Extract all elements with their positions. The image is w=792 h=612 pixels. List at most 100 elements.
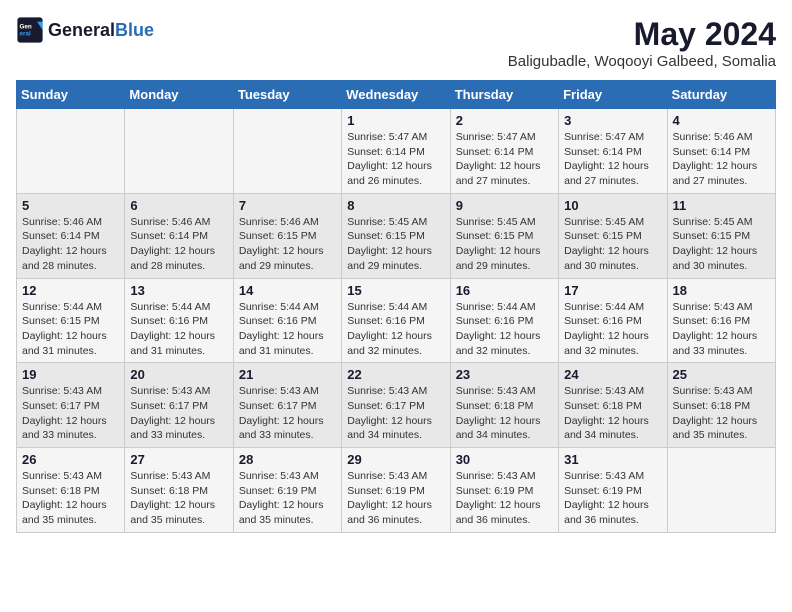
calendar-header: SundayMondayTuesdayWednesdayThursdayFrid… <box>17 81 776 109</box>
title-block: May 2024 Baligubadle, Woqooyi Galbeed, S… <box>508 16 776 70</box>
page-header: Gen eral GeneralBlue May 2024 Baligubadl… <box>16 16 776 70</box>
empty-cell <box>667 448 775 533</box>
day-number: 12 <box>22 283 119 298</box>
empty-cell <box>233 109 341 194</box>
day-cell-6: 6 Sunrise: 5:46 AM Sunset: 6:14 PM Daylig… <box>125 193 233 278</box>
day-info: Sunrise: 5:43 AM Sunset: 6:16 PM Dayligh… <box>673 300 770 359</box>
day-number: 14 <box>239 283 336 298</box>
svg-text:eral: eral <box>20 31 31 38</box>
weekday-wednesday: Wednesday <box>342 81 450 109</box>
calendar-subtitle: Baligubadle, Woqooyi Galbeed, Somalia <box>508 53 776 70</box>
day-info: Sunrise: 5:47 AM Sunset: 6:14 PM Dayligh… <box>456 130 553 189</box>
day-info: Sunrise: 5:44 AM Sunset: 6:16 PM Dayligh… <box>130 300 227 359</box>
day-info: Sunrise: 5:43 AM Sunset: 6:17 PM Dayligh… <box>347 384 444 443</box>
day-number: 19 <box>22 367 119 382</box>
calendar-week-row: 5 Sunrise: 5:46 AM Sunset: 6:14 PM Daylig… <box>17 193 776 278</box>
empty-cell <box>17 109 125 194</box>
day-cell-13: 13 Sunrise: 5:44 AM Sunset: 6:16 PM Dayli… <box>125 278 233 363</box>
day-number: 7 <box>239 198 336 213</box>
day-cell-26: 26Sunrise: 5:43 AM Sunset: 6:18 PM Dayli… <box>17 448 125 533</box>
day-cell-28: 28 Sunrise: 5:43 AM Sunset: 6:19 PM Dayli… <box>233 448 341 533</box>
day-cell-24: 24Sunrise: 5:43 AM Sunset: 6:18 PM Dayli… <box>559 363 667 448</box>
day-info: Sunrise: 5:43 AM Sunset: 6:19 PM Dayligh… <box>347 469 444 528</box>
day-info: Sunrise: 5:44 AM Sunset: 6:16 PM Dayligh… <box>564 300 661 359</box>
day-number: 24 <box>564 367 661 382</box>
day-cell-12: 12Sunrise: 5:44 AM Sunset: 6:15 PM Dayli… <box>17 278 125 363</box>
logo: Gen eral GeneralBlue <box>16 16 154 44</box>
day-number: 5 <box>22 198 119 213</box>
day-cell-15: 15Sunrise: 5:44 AM Sunset: 6:16 PM Dayli… <box>342 278 450 363</box>
day-cell-11: 11 Sunrise: 5:45 AM Sunset: 6:15 PM Dayli… <box>667 193 775 278</box>
day-cell-20: 20 Sunrise: 5:43 AM Sunset: 6:17 PM Dayli… <box>125 363 233 448</box>
day-cell-19: 19 Sunrise: 5:43 AM Sunset: 6:17 PM Dayli… <box>17 363 125 448</box>
weekday-row: SundayMondayTuesdayWednesdayThursdayFrid… <box>17 81 776 109</box>
day-cell-30: 30 Sunrise: 5:43 AM Sunset: 6:19 PM Dayli… <box>450 448 558 533</box>
day-info: Sunrise: 5:45 AM Sunset: 6:15 PM Dayligh… <box>673 215 770 274</box>
day-info: Sunrise: 5:43 AM Sunset: 6:18 PM Dayligh… <box>22 469 119 528</box>
weekday-monday: Monday <box>125 81 233 109</box>
day-info: Sunrise: 5:43 AM Sunset: 6:18 PM Dayligh… <box>673 384 770 443</box>
day-info: Sunrise: 5:44 AM Sunset: 6:16 PM Dayligh… <box>239 300 336 359</box>
day-info: Sunrise: 5:43 AM Sunset: 6:19 PM Dayligh… <box>456 469 553 528</box>
day-number: 18 <box>673 283 770 298</box>
day-cell-2: 2 Sunrise: 5:47 AM Sunset: 6:14 PM Daylig… <box>450 109 558 194</box>
day-number: 13 <box>130 283 227 298</box>
day-cell-1: 1 Sunrise: 5:47 AM Sunset: 6:14 PM Daylig… <box>342 109 450 194</box>
day-number: 29 <box>347 452 444 467</box>
day-cell-27: 27Sunrise: 5:43 AM Sunset: 6:18 PM Dayli… <box>125 448 233 533</box>
day-number: 20 <box>130 367 227 382</box>
calendar-week-row: 12Sunrise: 5:44 AM Sunset: 6:15 PM Dayli… <box>17 278 776 363</box>
day-cell-8: 8Sunrise: 5:45 AM Sunset: 6:15 PM Daylig… <box>342 193 450 278</box>
day-number: 23 <box>456 367 553 382</box>
day-cell-21: 21Sunrise: 5:43 AM Sunset: 6:17 PM Dayli… <box>233 363 341 448</box>
day-number: 27 <box>130 452 227 467</box>
svg-text:Gen: Gen <box>20 24 32 31</box>
day-number: 28 <box>239 452 336 467</box>
day-info: Sunrise: 5:44 AM Sunset: 6:16 PM Dayligh… <box>347 300 444 359</box>
day-number: 10 <box>564 198 661 213</box>
day-info: Sunrise: 5:46 AM Sunset: 6:14 PM Dayligh… <box>22 215 119 274</box>
day-number: 30 <box>456 452 553 467</box>
day-cell-22: 22Sunrise: 5:43 AM Sunset: 6:17 PM Dayli… <box>342 363 450 448</box>
logo-general: General <box>48 20 115 40</box>
day-info: Sunrise: 5:43 AM Sunset: 6:19 PM Dayligh… <box>239 469 336 528</box>
day-info: Sunrise: 5:44 AM Sunset: 6:16 PM Dayligh… <box>456 300 553 359</box>
weekday-sunday: Sunday <box>17 81 125 109</box>
calendar-title: May 2024 <box>508 16 776 53</box>
day-number: 2 <box>456 113 553 128</box>
day-cell-18: 18 Sunrise: 5:43 AM Sunset: 6:16 PM Dayli… <box>667 278 775 363</box>
weekday-tuesday: Tuesday <box>233 81 341 109</box>
day-number: 11 <box>673 198 770 213</box>
day-cell-4: 4Sunrise: 5:46 AM Sunset: 6:14 PM Daylig… <box>667 109 775 194</box>
day-info: Sunrise: 5:46 AM Sunset: 6:14 PM Dayligh… <box>130 215 227 274</box>
logo-text: GeneralBlue <box>48 20 154 41</box>
weekday-saturday: Saturday <box>667 81 775 109</box>
day-number: 16 <box>456 283 553 298</box>
logo-icon: Gen eral <box>16 16 44 44</box>
day-cell-14: 14 Sunrise: 5:44 AM Sunset: 6:16 PM Dayli… <box>233 278 341 363</box>
calendar-table: SundayMondayTuesdayWednesdayThursdayFrid… <box>16 80 776 533</box>
day-info: Sunrise: 5:46 AM Sunset: 6:15 PM Dayligh… <box>239 215 336 274</box>
day-info: Sunrise: 5:43 AM Sunset: 6:17 PM Dayligh… <box>130 384 227 443</box>
day-info: Sunrise: 5:43 AM Sunset: 6:19 PM Dayligh… <box>564 469 661 528</box>
day-number: 4 <box>673 113 770 128</box>
day-cell-17: 17Sunrise: 5:44 AM Sunset: 6:16 PM Dayli… <box>559 278 667 363</box>
day-number: 1 <box>347 113 444 128</box>
day-info: Sunrise: 5:47 AM Sunset: 6:14 PM Dayligh… <box>347 130 444 189</box>
day-cell-7: 7 Sunrise: 5:46 AM Sunset: 6:15 PM Daylig… <box>233 193 341 278</box>
day-cell-25: 25Sunrise: 5:43 AM Sunset: 6:18 PM Dayli… <box>667 363 775 448</box>
day-number: 21 <box>239 367 336 382</box>
day-cell-29: 29 Sunrise: 5:43 AM Sunset: 6:19 PM Dayli… <box>342 448 450 533</box>
day-cell-9: 9Sunrise: 5:45 AM Sunset: 6:15 PM Daylig… <box>450 193 558 278</box>
day-cell-31: 31Sunrise: 5:43 AM Sunset: 6:19 PM Dayli… <box>559 448 667 533</box>
logo-blue: Blue <box>115 20 154 40</box>
calendar-week-row: 1 Sunrise: 5:47 AM Sunset: 6:14 PM Daylig… <box>17 109 776 194</box>
day-number: 6 <box>130 198 227 213</box>
calendar-week-row: 26Sunrise: 5:43 AM Sunset: 6:18 PM Dayli… <box>17 448 776 533</box>
day-cell-16: 16 Sunrise: 5:44 AM Sunset: 6:16 PM Dayli… <box>450 278 558 363</box>
day-cell-10: 10Sunrise: 5:45 AM Sunset: 6:15 PM Dayli… <box>559 193 667 278</box>
day-info: Sunrise: 5:45 AM Sunset: 6:15 PM Dayligh… <box>456 215 553 274</box>
day-number: 3 <box>564 113 661 128</box>
day-info: Sunrise: 5:43 AM Sunset: 6:17 PM Dayligh… <box>22 384 119 443</box>
day-cell-5: 5 Sunrise: 5:46 AM Sunset: 6:14 PM Daylig… <box>17 193 125 278</box>
